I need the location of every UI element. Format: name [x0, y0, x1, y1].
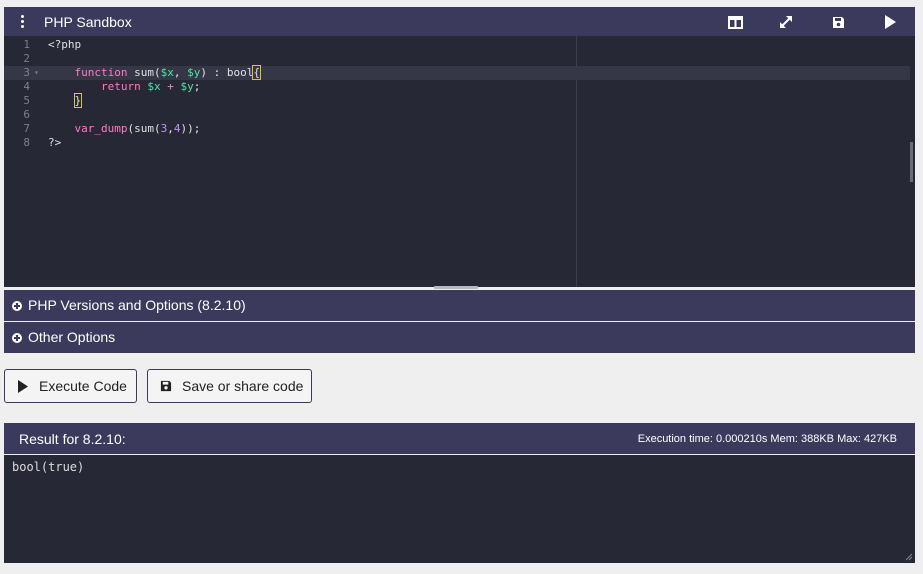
line-number: 4	[23, 80, 30, 93]
result-label: Result for 8.2.10:	[19, 431, 126, 447]
line-number: 3	[23, 66, 30, 79]
line-number: 1	[23, 38, 30, 51]
line-number: 8	[23, 136, 30, 149]
execute-code-label: Execute Code	[39, 378, 127, 394]
result-header: Result for 8.2.10: Execution time: 0.000…	[4, 423, 915, 454]
section-label: PHP Versions and Options (8.2.10)	[28, 297, 246, 313]
code-line: 2	[4, 52, 910, 66]
line-number: 2	[23, 52, 30, 65]
fullscreen-icon[interactable]	[777, 13, 795, 31]
save-icon[interactable]	[829, 13, 847, 31]
expand-plus-icon	[12, 301, 22, 311]
line-number: 6	[23, 108, 30, 121]
code-line: 1 <?php	[4, 38, 910, 52]
code-editor[interactable]: 1 <?php 2 3 ▾ function sum($x, $y) : boo…	[4, 36, 915, 287]
code-text: <?php	[48, 38, 82, 51]
code-text: return $x + $y;	[100, 80, 201, 93]
code-text: }	[73, 93, 83, 108]
code-line: 4 return $x + $y;	[4, 80, 910, 94]
output-text: bool(true)	[12, 460, 85, 474]
menu-dots-icon[interactable]	[18, 13, 28, 31]
section-label: Other Options	[28, 329, 116, 345]
code-line: 7 var_dump(sum(3,4));	[4, 122, 910, 136]
code-line-active: 3 ▾ function sum($x, $y) : bool{	[4, 65, 910, 80]
other-options-section[interactable]: Other Options	[4, 322, 915, 353]
code-text: ?>	[48, 136, 62, 149]
save-icon	[160, 380, 172, 392]
code-line: 5 }	[4, 93, 910, 108]
play-icon	[17, 379, 29, 393]
php-versions-section[interactable]: PHP Versions and Options (8.2.10)	[4, 290, 915, 321]
resize-grip-icon[interactable]	[905, 553, 913, 561]
fold-arrow-icon[interactable]: ▾	[34, 66, 39, 80]
result-output[interactable]: bool(true)	[4, 455, 915, 563]
code-text: var_dump(sum(3,4));	[74, 122, 201, 135]
line-number: 5	[23, 94, 30, 107]
execution-stats: Execution time: 0.000210s Mem: 388KB Max…	[637, 433, 897, 445]
save-share-label: Save or share code	[182, 378, 304, 394]
line-number: 7	[23, 122, 30, 135]
sandbox-header: PHP Sandbox	[4, 7, 915, 36]
execute-code-button[interactable]: Execute Code	[4, 369, 137, 403]
editor-resize-handle[interactable]	[434, 286, 478, 289]
code-line: 8 ?>	[4, 136, 910, 150]
save-share-button[interactable]: Save or share code	[147, 369, 312, 403]
app-title: PHP Sandbox	[44, 14, 132, 30]
editor-scrollbar[interactable]	[910, 142, 913, 182]
code-text: function sum($x, $y) : bool{	[74, 65, 261, 80]
play-icon[interactable]	[881, 13, 899, 31]
expand-plus-icon	[12, 333, 22, 343]
code-line: 6	[4, 108, 910, 122]
split-view-icon[interactable]	[726, 13, 744, 31]
